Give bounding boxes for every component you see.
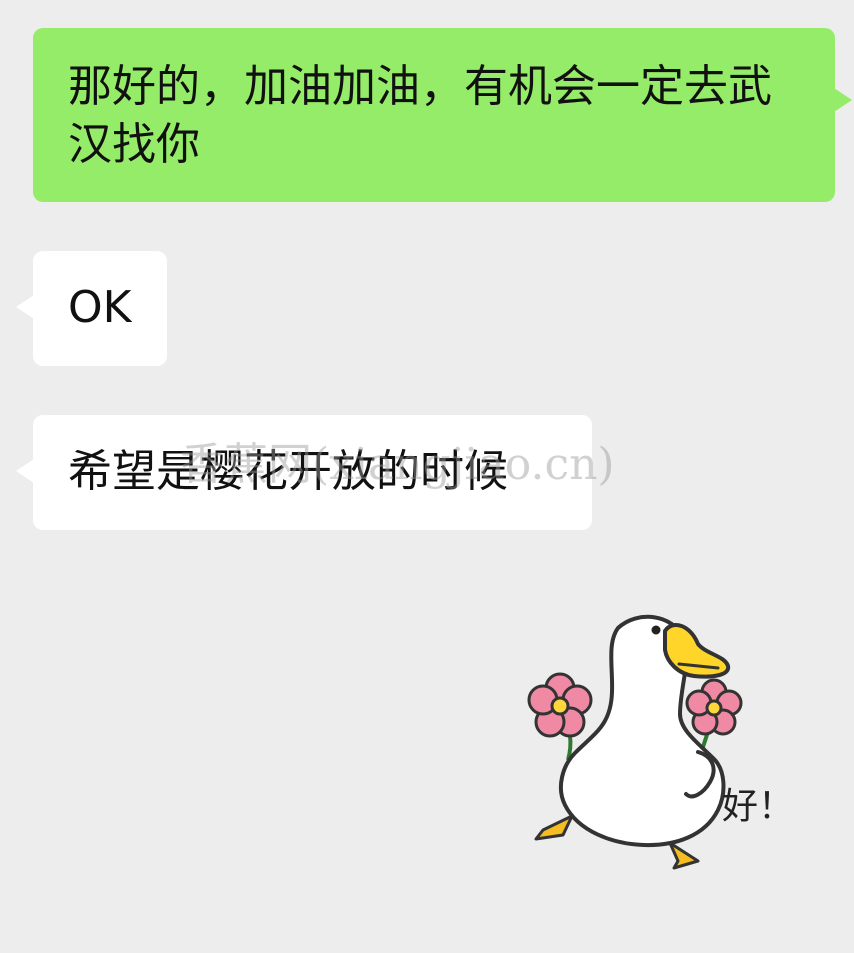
sticker-caption: 好！ bbox=[722, 786, 794, 827]
message-text: OK bbox=[68, 282, 132, 333]
message-text: 那好的，加油加油，有机会一定去武汉找你 bbox=[68, 61, 772, 170]
incoming-message-bubble[interactable]: 希望是樱花开放的时候 bbox=[16, 415, 592, 530]
sticker-message[interactable]: 好！ bbox=[520, 600, 820, 890]
outgoing-message-bubble[interactable]: 那好的，加油加油，有机会一定去武汉找你 bbox=[33, 28, 852, 202]
incoming-message-bubble[interactable]: OK bbox=[16, 251, 167, 366]
duck-with-flowers-sticker-icon: 好！ bbox=[527, 614, 794, 870]
chat-area: 那好的，加油加油，有机会一定去武汉找你 OK 希望是樱花开放的时候 香蕉网(xi… bbox=[0, 0, 854, 953]
message-text: 希望是樱花开放的时候 bbox=[68, 446, 508, 497]
